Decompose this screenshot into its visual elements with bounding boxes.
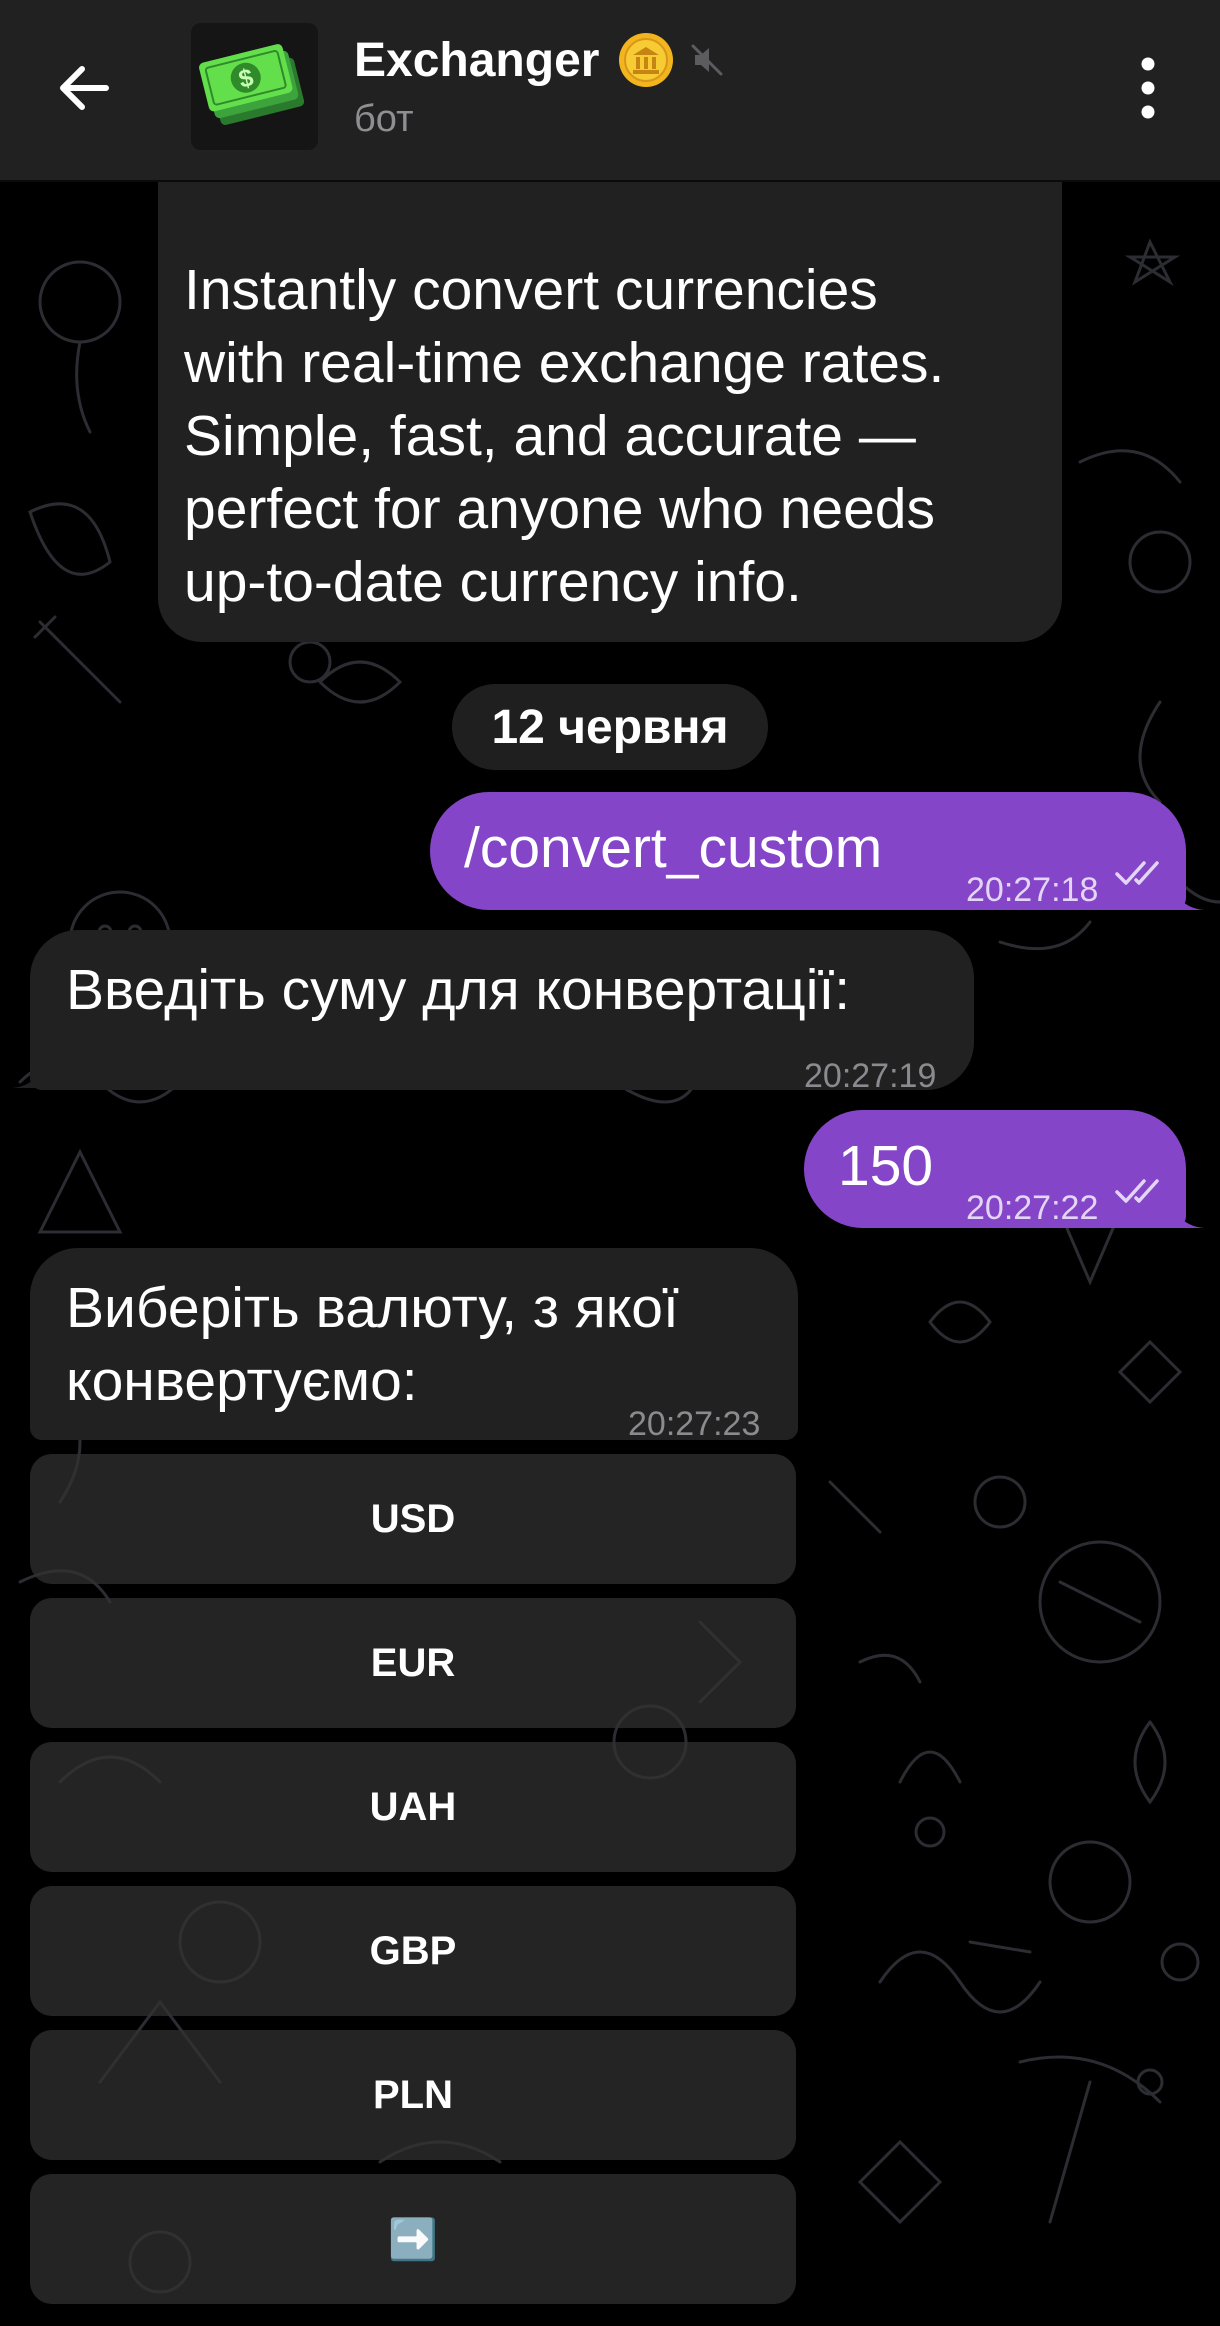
currency-button-eur[interactable]: EUR (30, 1598, 796, 1728)
message-time: 20:27:22 (966, 1189, 1099, 1227)
message-line: perfect for anyone who needs (184, 477, 935, 541)
message-line: up-to-date currency info. (184, 550, 802, 614)
message-time: 20:27:19 (804, 1057, 937, 1095)
double-check-icon (1115, 1179, 1159, 1203)
outgoing-message-bubble: /convert_custom 20:27:18 (430, 792, 1186, 910)
bot-avatar[interactable]: $ (191, 23, 318, 150)
chat-header: $ Exchanger бот (0, 0, 1220, 182)
chat-title: Exchanger (354, 33, 600, 87)
incoming-message-bubble: Виберіть валюту, з якої конвертуємо: 20:… (30, 1248, 798, 1443)
gold-coin-badge-icon (619, 33, 674, 87)
message-time: 20:27:23 (628, 1405, 761, 1443)
message-line: конвертуємо: (66, 1349, 418, 1413)
message-line: with real-time exchange rates. (184, 331, 945, 395)
currency-button-gbp[interactable]: GBP (30, 1886, 796, 2016)
currency-button-pln[interactable]: PLN (30, 2030, 796, 2160)
outgoing-message-bubble: 150 20:27:22 (804, 1110, 1186, 1228)
bubble-tail-out (1170, 1198, 1204, 1228)
title-row[interactable]: Exchanger (354, 30, 725, 90)
bubble-tail-out (1170, 880, 1204, 910)
message-text: 150 (838, 1134, 934, 1198)
message-line: Instantly convert currencies (184, 258, 878, 322)
message-text: Введіть суму для конвертації: (66, 958, 851, 1022)
bubble-tail-in (12, 1058, 46, 1088)
double-check-icon (1115, 861, 1159, 885)
incoming-message-bubble: Введіть суму для конвертації: 20:27:19 (30, 930, 974, 1095)
message-line: Simple, fast, and accurate — (184, 404, 916, 468)
more-menu-button[interactable] (1122, 52, 1174, 124)
muted-speaker-icon (691, 44, 723, 76)
currency-button-usd[interactable]: USD (30, 1454, 796, 1584)
message-time: 20:27:18 (966, 871, 1099, 909)
next-page-button[interactable]: ➡️ (30, 2174, 796, 2304)
more-vert-icon (1141, 57, 1155, 119)
money-bills-icon: $ (191, 23, 318, 150)
message-line: Виберіть валюту, з якої (66, 1276, 679, 1340)
arrow-left-icon (60, 66, 109, 110)
message-text: /convert_custom (464, 816, 883, 880)
back-button[interactable] (52, 56, 116, 120)
message-text: Виберіть валюту, з якої конвертуємо: (66, 1272, 679, 1418)
incoming-message-bubble: Instantly convert currencies with real-t… (158, 150, 1062, 642)
message-text: Instantly convert currencies with real-t… (184, 254, 944, 619)
chat-subtitle: бот (354, 98, 414, 140)
currency-button-uah[interactable]: UAH (30, 1742, 796, 1872)
date-separator: 12 червня (452, 684, 768, 770)
